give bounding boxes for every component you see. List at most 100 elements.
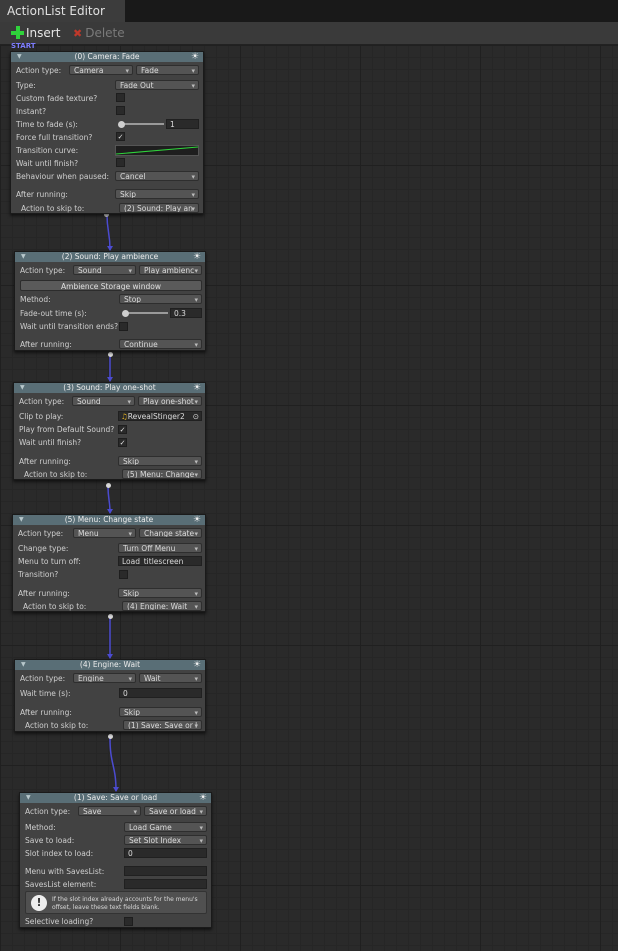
- skip-to-label: Action to skip to:: [23, 602, 87, 611]
- after-running-dropdown[interactable]: Skip: [118, 588, 202, 598]
- slider-knob[interactable]: [122, 310, 129, 317]
- output-socket[interactable]: [106, 483, 111, 488]
- transition-curve-field[interactable]: [115, 145, 199, 156]
- default-sound-checkbox[interactable]: ✓: [118, 425, 127, 434]
- category-dropdown[interactable]: Sound: [72, 396, 135, 406]
- after-running-dropdown[interactable]: Skip: [115, 189, 199, 199]
- collapse-icon[interactable]: ▼: [19, 515, 24, 525]
- instant-checkbox[interactable]: [116, 106, 125, 115]
- category-dropdown[interactable]: Menu: [73, 528, 136, 538]
- slot-index-field[interactable]: 0: [124, 848, 207, 858]
- object-picker-icon[interactable]: ⊙: [193, 412, 199, 420]
- after-running-dropdown[interactable]: Skip: [119, 707, 202, 717]
- transition-label: Transition?: [18, 570, 59, 579]
- clip-field[interactable]: ♫RevealStinger2_ ⊙: [118, 411, 202, 421]
- method-dropdown[interactable]: Load Game: [124, 822, 207, 832]
- clip-label: Clip to play:: [19, 412, 64, 421]
- wire-fade-to-ambience: [106, 213, 111, 251]
- node-menu-change-state[interactable]: ▼ (5) Menu: Change state ☀ Action type: …: [12, 514, 206, 612]
- behaviour-label: Behaviour when paused:: [16, 172, 109, 181]
- gear-icon[interactable]: ☀: [193, 383, 201, 393]
- action-dropdown[interactable]: Wait: [139, 673, 202, 683]
- after-running-label: After running:: [19, 457, 71, 466]
- action-dropdown[interactable]: Play one-shot: [138, 396, 202, 406]
- category-dropdown[interactable]: Sound: [73, 265, 136, 275]
- node-engine-wait[interactable]: ▼ (4) Engine: Wait ☀ Action type: Engine…: [14, 659, 206, 732]
- ambience-storage-button[interactable]: Ambience Storage window: [20, 280, 202, 291]
- action-dropdown[interactable]: Fade: [136, 65, 199, 75]
- output-socket[interactable]: [108, 734, 113, 739]
- wire-wait-to-save: [109, 737, 117, 792]
- wait-transition-checkbox[interactable]: [119, 322, 128, 331]
- change-type-label: Change type:: [18, 544, 69, 553]
- skip-to-dropdown[interactable]: (4) Engine: Wait: [122, 601, 202, 611]
- gear-icon[interactable]: ☀: [193, 252, 201, 262]
- type-label: Type:: [16, 81, 36, 90]
- action-dropdown[interactable]: Save or load: [144, 806, 207, 816]
- custom-texture-checkbox[interactable]: [116, 93, 125, 102]
- fadeout-slider[interactable]: [123, 312, 168, 314]
- category-dropdown[interactable]: Camera: [69, 65, 133, 75]
- time-label: Time to fade (s):: [16, 120, 78, 129]
- gear-icon[interactable]: ☀: [193, 660, 201, 670]
- node-sound-ambience[interactable]: ▼ (2) Sound: Play ambience ☀ Action type…: [14, 251, 206, 351]
- collapse-icon[interactable]: ▼: [26, 793, 31, 803]
- gear-icon[interactable]: ☀: [193, 515, 201, 525]
- time-field[interactable]: 1: [166, 119, 199, 129]
- node-title: (3) Sound: Play one-shot: [63, 383, 156, 392]
- curve-line: [116, 146, 198, 155]
- change-type-dropdown[interactable]: Turn Off Menu: [118, 543, 202, 553]
- gear-icon[interactable]: ☀: [199, 793, 207, 803]
- node-title: (2) Sound: Play ambience: [61, 252, 159, 261]
- action-dropdown[interactable]: Change state: [139, 528, 202, 538]
- method-label: Method:: [20, 295, 51, 304]
- node-header[interactable]: ▼ (4) Engine: Wait ☀: [15, 660, 205, 670]
- after-running-dropdown[interactable]: Continue: [119, 339, 202, 349]
- action-type-label: Action type:: [18, 529, 64, 538]
- node-header[interactable]: ▼ (2) Sound: Play ambience ☀: [15, 252, 205, 262]
- node-header[interactable]: ▼ (0) Camera: Fade ☀: [11, 52, 203, 62]
- wait-label: Wait until finish?: [19, 438, 82, 447]
- output-socket[interactable]: [108, 352, 113, 357]
- skip-to-dropdown[interactable]: (2) Sound: Play an: [119, 203, 199, 213]
- time-slider[interactable]: [119, 123, 164, 125]
- collapse-icon[interactable]: ▼: [17, 52, 22, 62]
- gear-icon[interactable]: ☀: [191, 52, 199, 62]
- output-socket[interactable]: [108, 614, 113, 619]
- transition-checkbox[interactable]: [119, 570, 128, 579]
- behaviour-dropdown[interactable]: Cancel: [115, 171, 199, 181]
- save-to-load-label: Save to load:: [25, 836, 75, 845]
- node-header[interactable]: ▼ (5) Menu: Change state ☀: [13, 515, 205, 525]
- wait-time-field[interactable]: 0: [119, 688, 202, 698]
- node-header[interactable]: ▼ (3) Sound: Play one-shot ☀: [14, 383, 205, 393]
- wait-checkbox[interactable]: ✓: [118, 438, 127, 447]
- node-camera-fade[interactable]: ▼ (0) Camera: Fade ☀ Action type: Camera…: [10, 51, 204, 214]
- node-header[interactable]: ▼ (1) Save: Save or load ☀: [20, 793, 211, 803]
- info-icon: !: [31, 895, 47, 911]
- menu-turn-off-field[interactable]: Load_titlescreen: [118, 556, 202, 566]
- fadeout-field[interactable]: 0.3: [170, 308, 202, 318]
- method-dropdown[interactable]: Stop: [119, 294, 202, 304]
- selective-loading-checkbox[interactable]: [124, 917, 133, 926]
- category-dropdown[interactable]: Save: [78, 806, 141, 816]
- node-sound-oneshot[interactable]: ▼ (3) Sound: Play one-shot ☀ Action type…: [13, 382, 206, 480]
- clip-name: RevealStinger2_: [127, 412, 189, 421]
- type-dropdown[interactable]: Fade Out: [115, 80, 199, 90]
- node-title: (0) Camera: Fade: [74, 52, 140, 61]
- collapse-icon[interactable]: ▼: [20, 383, 25, 393]
- collapse-icon[interactable]: ▼: [21, 252, 26, 262]
- skip-to-dropdown[interactable]: (1) Save: Save or l: [123, 720, 202, 730]
- after-running-dropdown[interactable]: Skip: [118, 456, 202, 466]
- action-dropdown[interactable]: Play ambienc: [139, 265, 202, 275]
- menu-saveslist-field[interactable]: [124, 866, 207, 876]
- skip-to-dropdown[interactable]: (5) Menu: Change: [122, 469, 202, 479]
- skip-to-label: Action to skip to:: [21, 204, 85, 213]
- slider-knob[interactable]: [118, 121, 125, 128]
- category-dropdown[interactable]: Engine: [73, 673, 136, 683]
- force-full-checkbox[interactable]: ✓: [116, 132, 125, 141]
- saveslist-element-field[interactable]: [124, 879, 207, 889]
- save-to-load-dropdown[interactable]: Set Slot Index: [124, 835, 207, 845]
- collapse-icon[interactable]: ▼: [21, 660, 26, 670]
- node-save-or-load[interactable]: ▼ (1) Save: Save or load ☀ Action type: …: [19, 792, 212, 928]
- wait-checkbox[interactable]: [116, 158, 125, 167]
